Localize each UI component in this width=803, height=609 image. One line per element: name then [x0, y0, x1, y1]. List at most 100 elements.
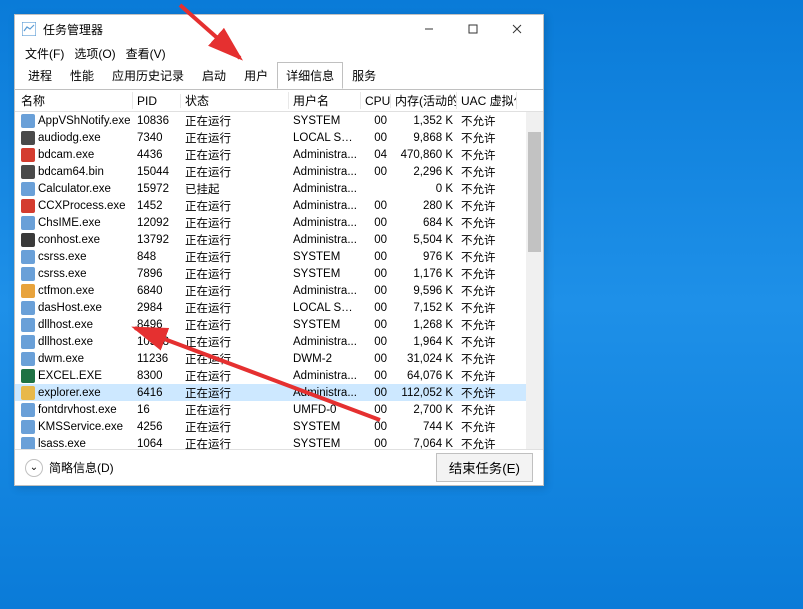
app-icon [21, 21, 37, 37]
col-cpu[interactable]: CPU [361, 94, 391, 108]
cell-user: Administra... [289, 183, 361, 195]
table-row[interactable]: lsass.exe1064正在运行SYSTEM007,064 K不允许 [15, 435, 543, 449]
cell-mem: 976 K [391, 251, 457, 263]
cell-user: Administra... [289, 387, 361, 399]
table-header[interactable]: 名称 PID 状态 用户名 CPU 内存(活动的) UAC 虚拟化 [15, 90, 543, 112]
cell-status: 正在运行 [181, 130, 289, 146]
cell-name: Calculator.exe [17, 182, 133, 196]
process-icon [21, 403, 35, 417]
cell-mem: 64,076 K [391, 370, 457, 382]
cell-uac: 不允许 [457, 198, 517, 214]
table-row[interactable]: explorer.exe6416正在运行Administra...00112,0… [15, 384, 543, 401]
cell-status: 正在运行 [181, 249, 289, 265]
process-icon [21, 131, 35, 145]
menu-view[interactable]: 查看(V) [122, 43, 170, 63]
tab-4[interactable]: 用户 [235, 62, 277, 89]
table-row[interactable]: dllhost.exe8496正在运行SYSTEM001,268 K不允许 [15, 316, 543, 333]
process-icon [21, 301, 35, 315]
maximize-button[interactable] [451, 15, 495, 43]
tab-3[interactable]: 启动 [193, 62, 235, 89]
cell-cpu: 04 [361, 149, 391, 161]
table-row[interactable]: ctfmon.exe6840正在运行Administra...009,596 K… [15, 282, 543, 299]
table-row[interactable]: csrss.exe848正在运行SYSTEM00976 K不允许 [15, 248, 543, 265]
process-icon [21, 386, 35, 400]
table-row[interactable]: Calculator.exe15972已挂起Administra...0 K不允… [15, 180, 543, 197]
cell-mem: 2,700 K [391, 404, 457, 416]
table-row[interactable]: ChsIME.exe12092正在运行Administra...00684 K不… [15, 214, 543, 231]
cell-uac: 不允许 [457, 215, 517, 231]
brief-info-toggle[interactable]: ⌄ 简略信息(D) [25, 459, 114, 477]
cell-name: dasHost.exe [17, 301, 133, 315]
process-icon [21, 318, 35, 332]
process-icon [21, 250, 35, 264]
col-pid[interactable]: PID [133, 94, 181, 108]
table-row[interactable]: KMSService.exe4256正在运行SYSTEM00744 K不允许 [15, 418, 543, 435]
cell-uac: 不允许 [457, 249, 517, 265]
cell-name: csrss.exe [17, 250, 133, 264]
cell-user: Administra... [289, 370, 361, 382]
col-name[interactable]: 名称 [17, 92, 133, 109]
cell-status: 已挂起 [181, 181, 289, 197]
table-row[interactable]: dllhost.exe10548正在运行Administra...001,964… [15, 333, 543, 350]
cell-name: dllhost.exe [17, 335, 133, 349]
table-row[interactable]: AppVShNotify.exe10836正在运行SYSTEM001,352 K… [15, 112, 543, 129]
process-icon [21, 199, 35, 213]
cell-pid: 15044 [133, 166, 181, 178]
tab-6[interactable]: 服务 [343, 62, 385, 89]
cell-user: SYSTEM [289, 421, 361, 433]
cell-user: Administra... [289, 336, 361, 348]
cell-name: ctfmon.exe [17, 284, 133, 298]
tab-0[interactable]: 进程 [19, 62, 61, 89]
scrollbar-thumb[interactable] [528, 132, 541, 252]
cell-user: LOCAL SER... [289, 132, 361, 144]
close-button[interactable] [495, 15, 539, 43]
table-row[interactable]: dasHost.exe2984正在运行LOCAL SER...007,152 K… [15, 299, 543, 316]
tab-2[interactable]: 应用历史记录 [103, 62, 193, 89]
table-row[interactable]: CCXProcess.exe1452正在运行Administra...00280… [15, 197, 543, 214]
cell-mem: 7,064 K [391, 438, 457, 450]
cell-cpu: 00 [361, 387, 391, 399]
cell-mem: 280 K [391, 200, 457, 212]
table-row[interactable]: bdcam.exe4436正在运行Administra...04470,860 … [15, 146, 543, 163]
table-row[interactable]: bdcam64.bin15044正在运行Administra...002,296… [15, 163, 543, 180]
cell-status: 正在运行 [181, 283, 289, 299]
cell-uac: 不允许 [457, 181, 517, 197]
cell-name: dllhost.exe [17, 318, 133, 332]
chevron-down-icon: ⌄ [25, 459, 43, 477]
cell-cpu: 00 [361, 353, 391, 365]
process-icon [21, 352, 35, 366]
process-icon [21, 216, 35, 230]
cell-status: 正在运行 [181, 215, 289, 231]
col-status[interactable]: 状态 [181, 92, 289, 109]
cell-mem: 31,024 K [391, 353, 457, 365]
col-user[interactable]: 用户名 [289, 92, 361, 109]
cell-uac: 不允许 [457, 385, 517, 401]
cell-cpu: 00 [361, 217, 391, 229]
cell-status: 正在运行 [181, 232, 289, 248]
table-row[interactable]: conhost.exe13792正在运行Administra...005,504… [15, 231, 543, 248]
cell-cpu: 00 [361, 234, 391, 246]
cell-status: 正在运行 [181, 147, 289, 163]
col-uac[interactable]: UAC 虚拟化 [457, 92, 517, 109]
table-row[interactable]: audiodg.exe7340正在运行LOCAL SER...009,868 K… [15, 129, 543, 146]
minimize-button[interactable] [407, 15, 451, 43]
titlebar[interactable]: 任务管理器 [15, 15, 543, 43]
table-row[interactable]: fontdrvhost.exe16正在运行UMFD-0002,700 K不允许 [15, 401, 543, 418]
tab-1[interactable]: 性能 [61, 62, 103, 89]
cell-name: bdcam.exe [17, 148, 133, 162]
tab-5[interactable]: 详细信息 [277, 62, 343, 89]
table-row[interactable]: csrss.exe7896正在运行SYSTEM001,176 K不允许 [15, 265, 543, 282]
cell-uac: 不允许 [457, 283, 517, 299]
menu-options[interactable]: 选项(O) [70, 43, 119, 63]
scrollbar[interactable] [526, 112, 543, 449]
table-row[interactable]: dwm.exe11236正在运行DWM-20031,024 K不允许 [15, 350, 543, 367]
cell-name: EXCEL.EXE [17, 369, 133, 383]
end-task-button[interactable]: 结束任务(E) [436, 453, 533, 482]
cell-mem: 112,052 K [391, 387, 457, 399]
menu-file[interactable]: 文件(F) [21, 43, 68, 63]
cell-name: audiodg.exe [17, 131, 133, 145]
cell-status: 正在运行 [181, 351, 289, 367]
cell-name: KMSService.exe [17, 420, 133, 434]
col-mem[interactable]: 内存(活动的) [391, 92, 457, 109]
table-row[interactable]: EXCEL.EXE8300正在运行Administra...0064,076 K… [15, 367, 543, 384]
